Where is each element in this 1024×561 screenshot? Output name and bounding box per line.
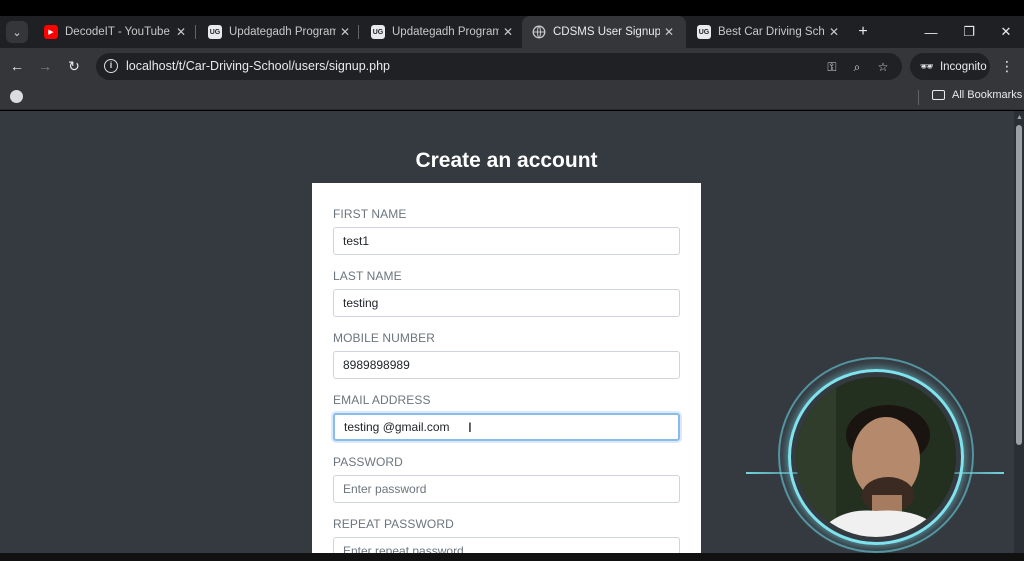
- tab-strip: ⌄ ▶ DecodeIT - YouTube ✕ UG Updategadh P…: [0, 16, 1024, 48]
- globe-icon: [532, 25, 546, 39]
- tab-best-car-driving-school[interactable]: UG Best Car Driving School M ✕: [687, 16, 851, 48]
- page-title: Create an account: [415, 149, 598, 172]
- repeat-password-label: REPEAT PASSWORD: [333, 517, 454, 531]
- close-icon[interactable]: ✕: [336, 25, 354, 39]
- tab-title: Updategadh Programmi: [392, 26, 499, 38]
- address-bar[interactable]: i localhost/t/Car-Driving-School/users/s…: [96, 53, 902, 80]
- tab-title: Best Car Driving School M: [718, 26, 825, 38]
- screen-bottom-border: [0, 553, 1024, 561]
- menu-kebab-icon[interactable]: ⋮: [998, 55, 1016, 77]
- page-scrollbar[interactable]: ▲: [1014, 111, 1024, 553]
- password-label: PASSWORD: [333, 455, 403, 469]
- site-info-icon[interactable]: i: [104, 59, 118, 73]
- reload-icon[interactable]: ↻: [63, 55, 85, 77]
- incognito-icon: 🕶: [920, 61, 934, 73]
- text-cursor-icon: I: [468, 419, 472, 435]
- tab-decodeit-youtube[interactable]: ▶ DecodeIT - YouTube ✕: [34, 16, 198, 48]
- page-viewport: Create an account FIRST NAME LAST NAME M…: [0, 111, 1014, 553]
- restore-icon[interactable]: ❐: [950, 16, 988, 48]
- email-address-input[interactable]: [333, 413, 680, 441]
- minimize-icon[interactable]: —: [912, 16, 950, 48]
- first-name-label: FIRST NAME: [333, 207, 407, 221]
- window-close-icon[interactable]: ✕: [987, 16, 1024, 48]
- webcam-overlay: [746, 357, 1004, 553]
- tab-title: CDSMS User Signup: [553, 26, 660, 38]
- email-address-label: EMAIL ADDRESS: [333, 393, 431, 407]
- bookmarks-divider: [918, 90, 919, 105]
- all-bookmarks-button[interactable]: All Bookmarks: [932, 89, 1022, 101]
- close-icon[interactable]: ✕: [172, 25, 190, 39]
- bookmark-star-icon[interactable]: ☆: [874, 58, 892, 76]
- mobile-number-input[interactable]: [333, 351, 680, 379]
- incognito-badge[interactable]: 🕶 Incognito: [910, 53, 990, 80]
- screen-top-border: [0, 0, 1024, 16]
- scroll-up-arrow-icon[interactable]: ▲: [1016, 114, 1023, 121]
- scroll-thumb[interactable]: [1016, 125, 1022, 445]
- folder-icon: [932, 90, 945, 100]
- close-icon[interactable]: ✕: [825, 25, 843, 39]
- first-name-input[interactable]: [333, 227, 680, 255]
- all-bookmarks-label: All Bookmarks: [952, 89, 1023, 101]
- password-input[interactable]: [333, 475, 680, 503]
- bookmarks-bar: All Bookmarks: [0, 85, 1024, 110]
- browser-toolbar: ← → ↻ i localhost/t/Car-Driving-School/u…: [0, 48, 1024, 85]
- zoom-icon[interactable]: ⌕: [848, 58, 866, 76]
- tab-cdsms-user-signup[interactable]: CDSMS User Signup ✕: [522, 16, 686, 48]
- back-arrow-icon[interactable]: ←: [6, 55, 28, 77]
- incognito-label: Incognito: [939, 60, 987, 73]
- close-icon[interactable]: ✕: [499, 25, 517, 39]
- youtube-icon: ▶: [44, 25, 58, 39]
- last-name-input[interactable]: [333, 289, 680, 317]
- tab-search-chevron-icon[interactable]: ⌄: [6, 21, 28, 43]
- signup-form-card: FIRST NAME LAST NAME MOBILE NUMBER EMAIL…: [312, 183, 701, 553]
- tab-updategadh-1[interactable]: UG Updategadh Programmi ✕: [198, 16, 362, 48]
- last-name-label: LAST NAME: [333, 269, 402, 283]
- updategadh-icon: UG: [371, 25, 385, 39]
- tab-title: Updategadh Programmi: [229, 26, 336, 38]
- forward-arrow-icon[interactable]: →: [34, 55, 56, 77]
- mobile-number-label: MOBILE NUMBER: [333, 331, 435, 345]
- new-tab-plus-icon[interactable]: +: [853, 22, 873, 42]
- bookmark-globe-icon[interactable]: [10, 90, 23, 103]
- address-url[interactable]: localhost/t/Car-Driving-School/users/sig…: [126, 59, 390, 73]
- password-key-icon[interactable]: ⚿: [823, 58, 841, 76]
- tab-updategadh-2[interactable]: UG Updategadh Programmi ✕: [361, 16, 525, 48]
- updategadh-icon: UG: [697, 25, 711, 39]
- tab-title: DecodeIT - YouTube: [65, 26, 170, 38]
- tab-divider: [358, 25, 359, 39]
- close-icon[interactable]: ✕: [660, 25, 678, 39]
- repeat-password-input[interactable]: [333, 537, 680, 553]
- tab-divider: [195, 25, 196, 39]
- webcam-presenter-image: [796, 377, 956, 537]
- updategadh-icon: UG: [208, 25, 222, 39]
